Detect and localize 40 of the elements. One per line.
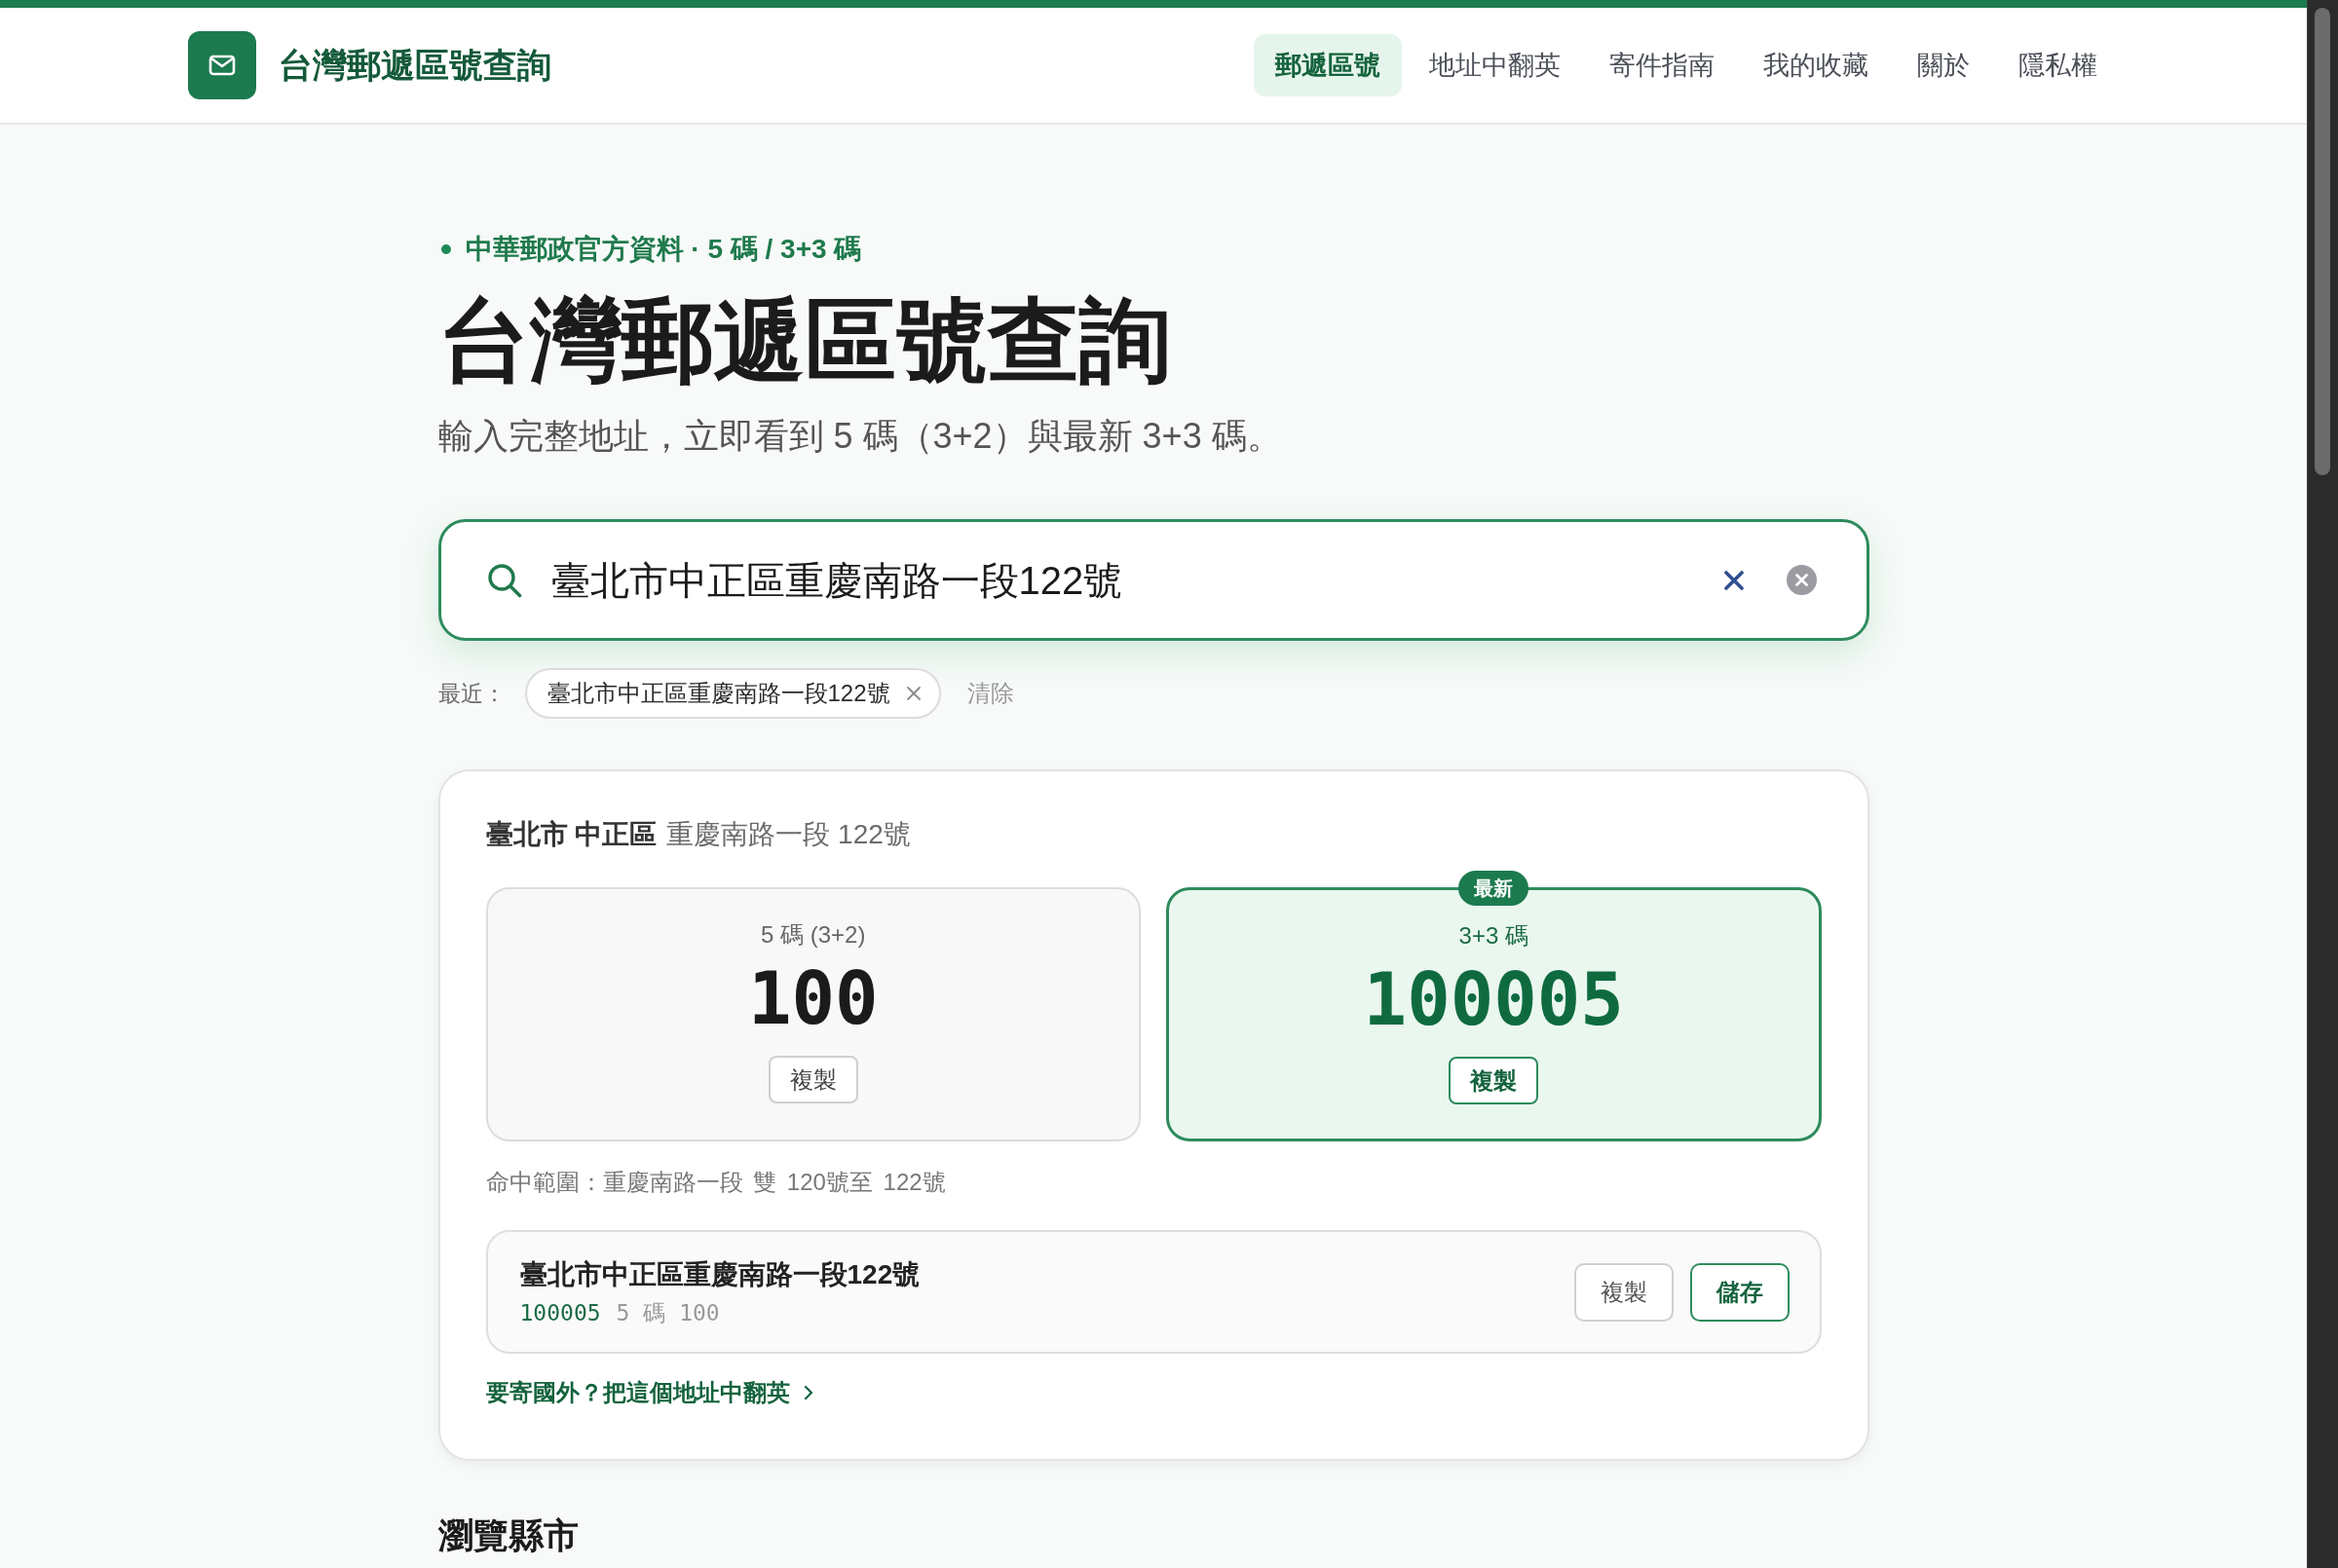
close-icon[interactable] [1722, 569, 1745, 591]
subtitle: 輸入完整地址，立即看到 5 碼（3+2）與最新 3+3 碼。 [437, 415, 1283, 458]
nav-link[interactable]: 寄件指南 [1588, 34, 1736, 96]
postal-code: 100 [747, 959, 879, 1037]
nav-link[interactable]: 關於 [1896, 34, 1991, 96]
nav-link[interactable]: 隱私權 [1997, 34, 2119, 96]
chevron-right-icon [803, 1385, 813, 1400]
clear-icon[interactable] [1786, 565, 1817, 595]
new-badge: 最新 [1458, 871, 1529, 906]
place-name: 臺北市 中正區 [485, 819, 658, 849]
code-label: 3+3 碼 [1458, 921, 1528, 951]
copy-button[interactable]: 複製 [1449, 1057, 1539, 1104]
nav-link[interactable]: 郵遞區號 [1254, 34, 1402, 96]
translate-link[interactable]: 要寄國外？把這個地址中翻英 [485, 1376, 813, 1409]
code-label: 5 碼 (3+2) [761, 920, 866, 950]
recent-label: 最近： [437, 680, 506, 708]
eyebrow-text: 中華郵政官方資料 · 5 碼 / 3+3 碼 [465, 233, 862, 266]
copy-button[interactable]: 複製 [768, 1056, 858, 1103]
search-icon [485, 562, 522, 598]
nav-link[interactable]: 地址中翻英 [1408, 34, 1582, 96]
range-text: 命中範圍：重慶南路一段 雙 120號至 122號 [485, 1168, 947, 1197]
page-title: 台灣郵遞區號查詢 [437, 289, 1172, 392]
scrollbar-thumb[interactable] [2315, 8, 2330, 475]
section-heading: 瀏覽縣市 [437, 1514, 580, 1556]
dot-icon [440, 244, 451, 254]
street-name: 重慶南路一段 122號 [666, 819, 911, 849]
envelope-icon [188, 31, 256, 99]
code-detail: 5 碼 100 [616, 1298, 720, 1327]
save-button[interactable]: 儲存 [1689, 1262, 1790, 1322]
brand-name: 台灣郵遞區號查詢 [279, 45, 551, 86]
scrollbar[interactable] [2307, 0, 2338, 1568]
search-field[interactable]: 臺北市中正區重慶南路一段122號 [437, 519, 1869, 641]
nav-link[interactable]: 我的收藏 [1742, 34, 1890, 96]
postal-code: 100005 [1363, 960, 1624, 1038]
postal-code: 100005 [519, 1298, 601, 1327]
copy-button[interactable]: 複製 [1573, 1262, 1674, 1322]
close-icon[interactable] [905, 686, 922, 701]
recent-chip[interactable]: 臺北市中正區重慶南路一段122號 [524, 668, 941, 719]
search-input[interactable]: 臺北市中正區重慶南路一段122號 [550, 552, 1700, 608]
full-address: 臺北市中正區重慶南路一段122號 [519, 1257, 921, 1291]
